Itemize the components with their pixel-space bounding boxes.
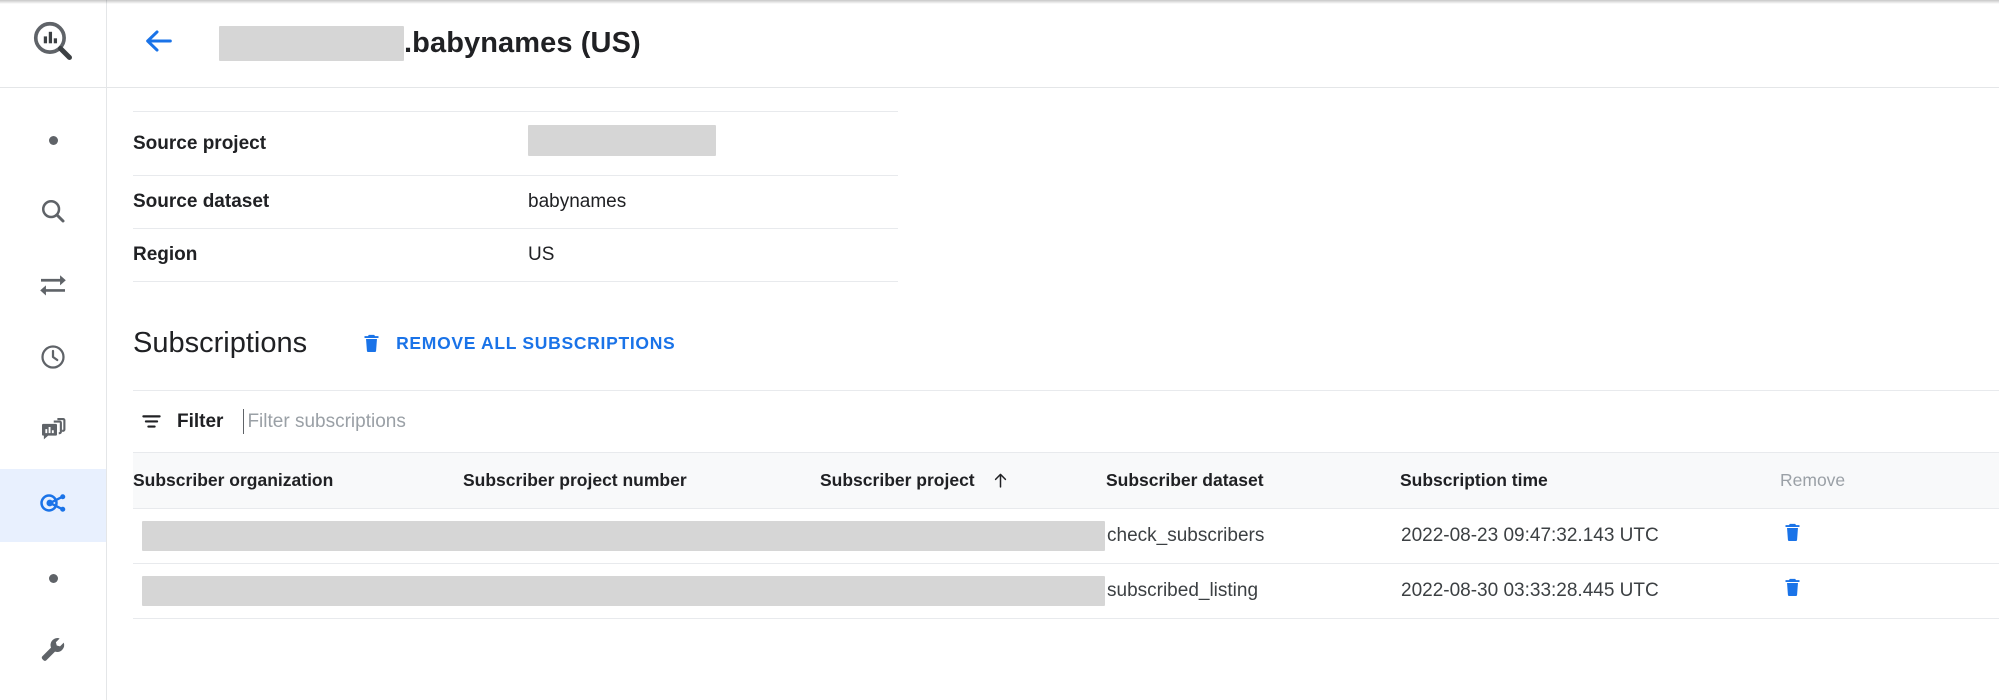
redacted-subscriber-cells (133, 508, 1106, 563)
dot-icon (49, 136, 58, 145)
shared-datasets-icon (37, 487, 69, 524)
subscriptions-header: Subscriptions REMOVE ALL SUBSCRIPTIONS (133, 327, 1999, 360)
table-row[interactable]: subscribed_listing 2022-08-30 03:33:28.4… (133, 563, 1999, 618)
cell-subscription-time: 2022-08-23 09:47:32.143 UTC (1400, 508, 1780, 563)
remove-subscription-button[interactable] (1780, 508, 1999, 563)
info-row-source-dataset: Source dataset babynames (133, 176, 898, 229)
column-header-subscriber-organization[interactable]: Subscriber organization (133, 453, 463, 508)
rail-item-search[interactable] (0, 177, 106, 250)
text-caret (243, 409, 244, 434)
redaction-bar (142, 521, 1105, 551)
cell-subscriber-dataset: check_subscribers (1106, 508, 1400, 563)
table-header-row: Subscriber organization Subscriber proje… (133, 453, 1999, 508)
subscriptions-table-wrap: Subscriber organization Subscriber proje… (133, 452, 1999, 619)
subscriptions-title: Subscriptions (133, 327, 307, 360)
rail-item-scheduled[interactable] (0, 323, 106, 396)
filter-label: Filter (177, 411, 223, 433)
filter-icon (139, 409, 164, 434)
rail-item-subscriptions[interactable] (0, 469, 106, 542)
rail-item-list (0, 88, 106, 700)
column-label: Subscriber project number (463, 470, 687, 491)
rail-item-transfers[interactable] (0, 250, 106, 323)
page-header: .babynames (US) (107, 0, 1999, 88)
dataset-info-table: Source project Source dataset babynames … (133, 111, 898, 282)
table-body: check_subscribers 2022-08-23 09:47:32.14… (133, 508, 1999, 618)
back-button[interactable] (133, 18, 185, 70)
column-label: Subscriber dataset (1106, 470, 1264, 491)
filter-placeholder: Filter subscriptions (247, 411, 405, 433)
redacted-project-name (219, 26, 404, 61)
search-icon (38, 196, 68, 231)
transfers-icon (37, 268, 69, 305)
trash-icon (1781, 528, 1804, 549)
left-nav-rail (0, 0, 107, 700)
info-value: babynames (528, 176, 898, 229)
redacted-subscriber-cells (133, 563, 1106, 618)
cell-subscription-time: 2022-08-30 03:33:28.445 UTC (1400, 563, 1780, 618)
remove-all-label: REMOVE ALL SUBSCRIPTIONS (396, 333, 675, 354)
subscriptions-table: Subscriber organization Subscriber proje… (133, 453, 1999, 619)
redaction-bar (142, 576, 1105, 606)
analytics-hub-icon (38, 415, 68, 450)
column-header-subscriber-dataset[interactable]: Subscriber dataset (1106, 453, 1400, 508)
back-arrow-icon (142, 24, 176, 63)
table-row[interactable]: check_subscribers 2022-08-23 09:47:32.14… (133, 508, 1999, 563)
dot-icon (49, 574, 58, 583)
info-label: Source project (133, 112, 528, 176)
column-header-remove: Remove (1780, 453, 1999, 508)
column-header-subscriber-project[interactable]: Subscriber project (820, 453, 1106, 508)
trash-icon (360, 332, 383, 355)
page-title: .babynames (US) (219, 26, 641, 61)
remove-all-subscriptions-button[interactable]: REMOVE ALL SUBSCRIPTIONS (360, 332, 675, 355)
redacted-source-project (528, 125, 716, 156)
column-header-subscription-time[interactable]: Subscription time (1400, 453, 1780, 508)
content-area: .babynames (US) Source project Source da… (107, 0, 1999, 700)
rail-item-analytics-hub[interactable] (0, 396, 106, 469)
remove-subscription-button[interactable] (1780, 563, 1999, 618)
info-row-source-project: Source project (133, 112, 898, 176)
column-label: Subscriber project (820, 470, 975, 491)
column-label: Remove (1780, 470, 1845, 491)
trash-icon (1781, 583, 1804, 604)
column-label: Subscriber organization (133, 470, 333, 491)
column-label: Subscription time (1400, 470, 1548, 491)
info-label: Region (133, 229, 528, 282)
rail-item-dot-bottom[interactable] (0, 542, 106, 615)
table-head: Subscriber organization Subscriber proje… (133, 453, 1999, 508)
rail-item-dot-top[interactable] (0, 104, 106, 177)
app-root: .babynames (US) Source project Source da… (0, 0, 1999, 700)
info-value: US (528, 229, 898, 282)
bigquery-logo[interactable] (0, 0, 106, 88)
page-title-suffix: .babynames (US) (404, 27, 641, 60)
bigquery-logo-icon (30, 18, 76, 69)
filter-input[interactable]: Filter subscriptions (243, 409, 405, 434)
info-row-region: Region US (133, 229, 898, 282)
clock-icon (38, 342, 68, 377)
arrow-up-icon (991, 471, 1010, 490)
rail-item-settings[interactable] (0, 615, 106, 688)
info-value (528, 112, 898, 176)
column-header-subscriber-project-number[interactable]: Subscriber project number (463, 453, 820, 508)
cell-subscriber-dataset: subscribed_listing (1106, 563, 1400, 618)
filter-bar[interactable]: Filter Filter subscriptions (133, 390, 1999, 452)
wrench-icon (38, 634, 68, 669)
info-label: Source dataset (133, 176, 528, 229)
